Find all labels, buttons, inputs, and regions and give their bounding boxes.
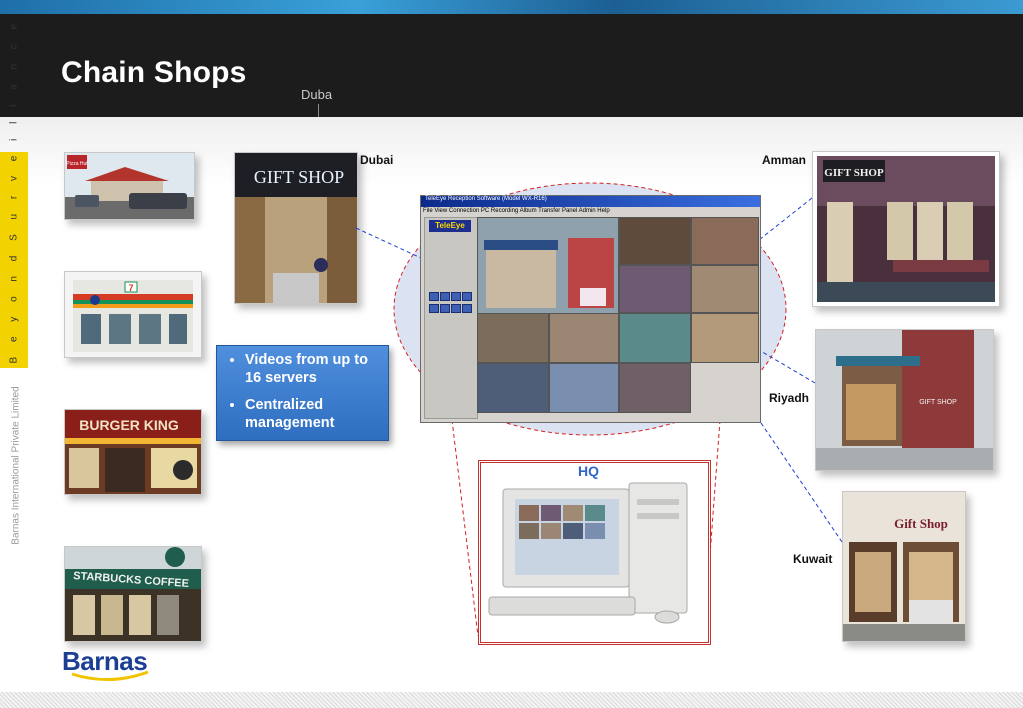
camera-view [477, 363, 549, 413]
camera-view [619, 265, 691, 313]
camera-view [619, 313, 691, 363]
software-title: TeleEye Reception Software (Model WX-R16… [425, 196, 547, 202]
hq-label: HQ [578, 463, 599, 479]
camera-view [691, 265, 759, 313]
software-logo: TeleEye [429, 220, 471, 232]
camera-view [549, 313, 619, 363]
software-control-panel: TeleEye [424, 217, 478, 419]
connector-hq-left [451, 419, 479, 637]
connector-dubai [355, 227, 422, 259]
panel-button [462, 292, 472, 301]
monitoring-software-window: TeleEye Reception Software (Model WX-R16… [420, 195, 761, 423]
panel-button [451, 292, 461, 301]
camera-view [619, 217, 691, 265]
camera-view [477, 313, 549, 363]
camera-view-main [477, 217, 619, 314]
software-titlebar: TeleEye Reception Software (Model WX-R16… [421, 196, 760, 207]
logo-swoosh [71, 670, 149, 682]
connector-amman [758, 197, 813, 241]
camera-view [549, 363, 619, 413]
panel-button [451, 304, 461, 313]
software-menu: File View Connection PC Recording Album … [423, 208, 610, 214]
hq-computer-frame [478, 460, 711, 645]
connector-kuwait [758, 419, 843, 543]
camera-view [691, 217, 759, 265]
panel-button [462, 304, 472, 313]
camera-view [619, 363, 691, 413]
panel-button [429, 304, 439, 313]
panel-button [440, 292, 450, 301]
panel-button [440, 304, 450, 313]
camera-view [691, 313, 759, 363]
footer-pattern [0, 692, 1023, 708]
panel-button [429, 292, 439, 301]
